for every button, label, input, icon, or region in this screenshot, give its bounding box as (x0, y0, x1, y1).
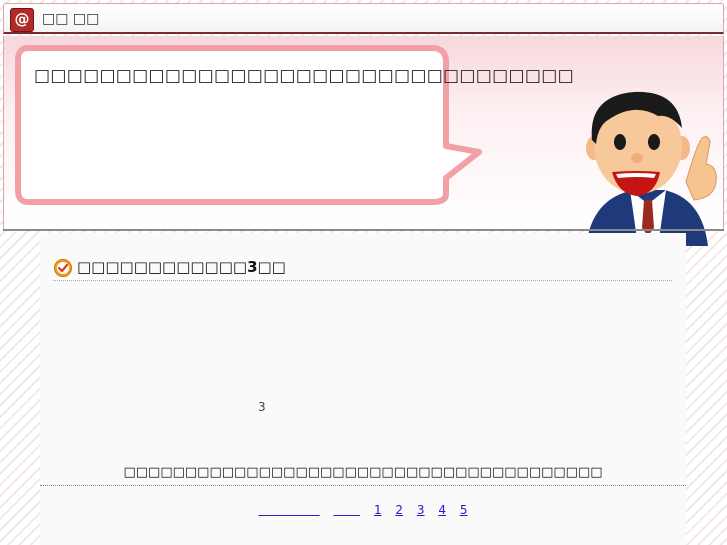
page-link-4[interactable]: 4 (438, 503, 446, 517)
window-title: □□ □□ (42, 11, 100, 27)
main-content: □□□□□□□□□□□□3□□ 3 □□□□□□□□□□□□□□□□□□□□□□… (40, 233, 686, 545)
section-header: □□□□□□□□□□□□3□□ (53, 258, 672, 281)
speech-bubble-text: □□□□□□□□□□□□□□□□□□□□□□□□□□□□□□□□□ (34, 66, 574, 86)
footer-text: □□□□□□□□□□□□□□□□□□□□□□□□□□□□□□□□□□□□□□□ (123, 465, 603, 480)
at-sign-icon: @ (10, 8, 34, 32)
hero-divider (3, 229, 724, 231)
page-link-3[interactable]: 3 (417, 503, 425, 517)
footer-divider (40, 485, 686, 486)
hero-banner: □□□□□□□□□□□□□□□□□□□□□□□□□□□□□□□□□ (3, 36, 724, 246)
check-circle-icon (54, 259, 72, 277)
pager-link-b[interactable] (333, 503, 360, 517)
pagination: 1 2 3 4 5 (40, 503, 686, 517)
page-link-1[interactable]: 1 (374, 503, 382, 517)
step-number: 3 (258, 400, 266, 414)
page-link-5[interactable]: 5 (460, 503, 468, 517)
page-link-2[interactable]: 2 (395, 503, 403, 517)
window-titlebar: @ □□ □□ (3, 3, 724, 34)
pager-link-a[interactable] (259, 503, 320, 517)
businessman-pointing-icon (586, 91, 717, 246)
section-title: □□□□□□□□□□□□3□□ (77, 258, 286, 276)
